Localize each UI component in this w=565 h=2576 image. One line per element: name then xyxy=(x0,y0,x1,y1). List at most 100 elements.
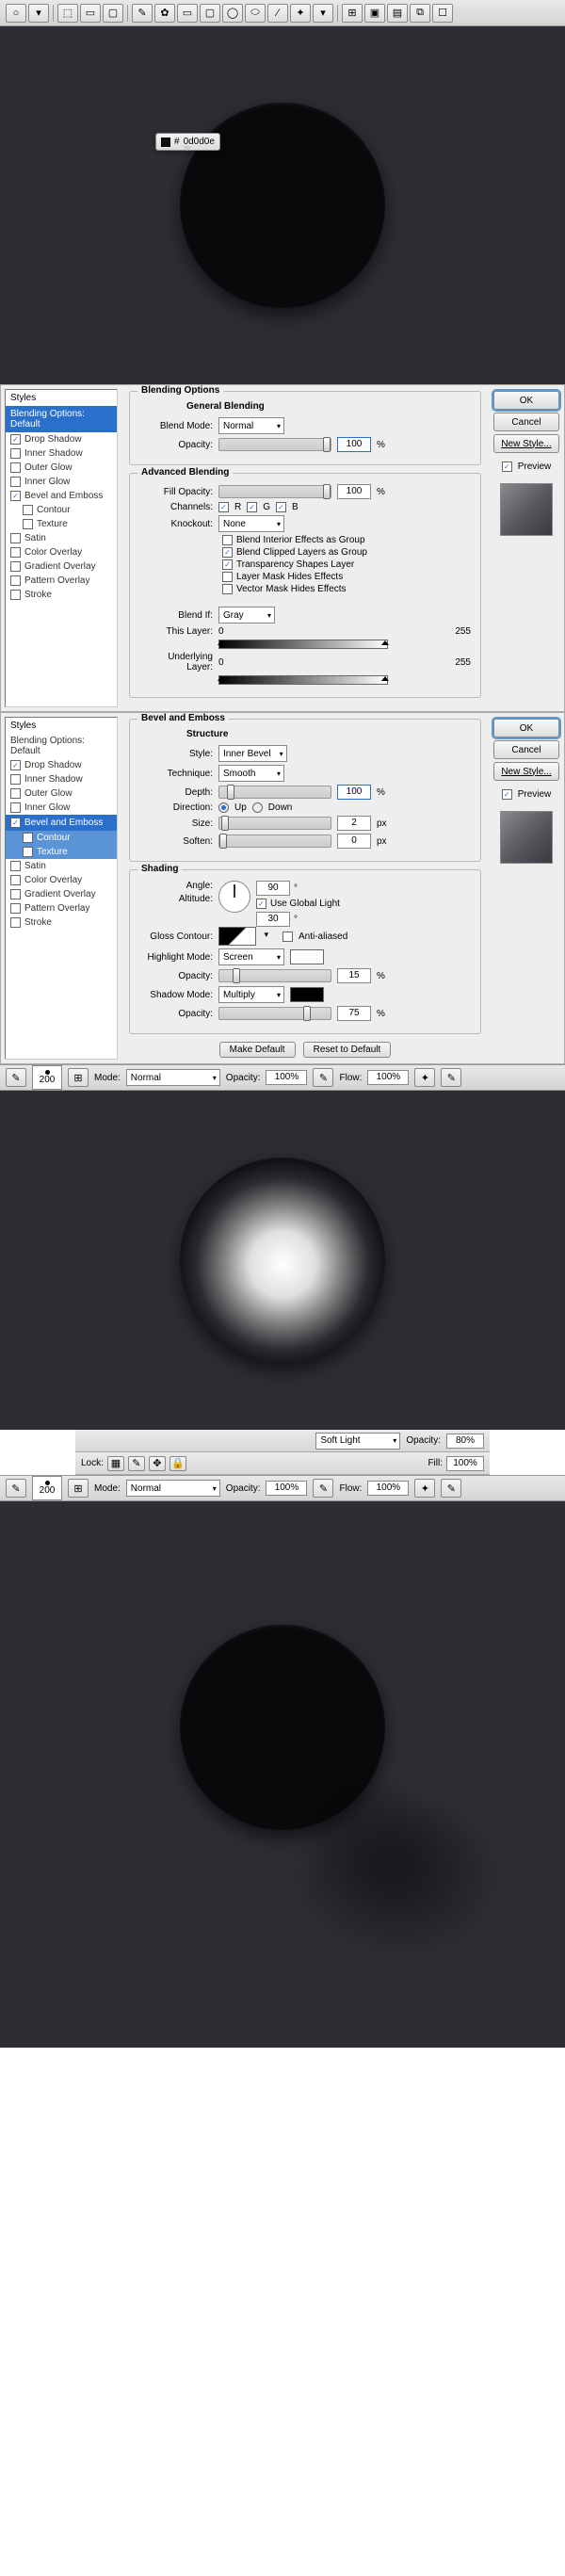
preview-check[interactable] xyxy=(502,789,512,800)
style-check[interactable] xyxy=(23,847,33,857)
style-check[interactable] xyxy=(10,788,21,799)
anti-check[interactable] xyxy=(282,932,293,942)
style-check[interactable] xyxy=(10,462,21,473)
tool-icon[interactable]: ⊞ xyxy=(342,4,363,23)
style-check[interactable] xyxy=(23,833,33,843)
style-item[interactable]: Pattern Overlay xyxy=(6,574,117,588)
style-item[interactable]: Inner Glow xyxy=(6,475,117,489)
style-check[interactable] xyxy=(10,533,21,543)
channel-g-check[interactable] xyxy=(247,502,257,512)
style-item[interactable]: Gradient Overlay xyxy=(6,559,117,574)
channel-r-check[interactable] xyxy=(218,502,229,512)
tool-icon[interactable]: ▢ xyxy=(200,4,220,23)
dir-up-radio[interactable] xyxy=(218,802,229,813)
blend-mode-select[interactable]: Normal xyxy=(218,417,284,434)
style-check[interactable] xyxy=(10,575,21,586)
shadow-mode-select[interactable]: Multiply xyxy=(218,986,284,1003)
style-check[interactable] xyxy=(10,903,21,914)
style-check[interactable] xyxy=(10,861,21,871)
channel-b-check[interactable] xyxy=(276,502,286,512)
depth-input[interactable]: 100 xyxy=(337,785,371,800)
tool-icon[interactable]: ▤ xyxy=(387,4,408,23)
style-item[interactable]: Texture xyxy=(6,517,117,531)
style-item[interactable]: Color Overlay xyxy=(6,545,117,559)
style-active[interactable]: Bevel and Emboss xyxy=(6,815,117,831)
this-layer-slider[interactable] xyxy=(218,640,388,649)
style-active[interactable]: Blending Options: Default xyxy=(6,406,117,432)
brush-panel-icon[interactable]: ⊞ xyxy=(68,1068,89,1087)
technique-select[interactable]: Smooth xyxy=(218,765,284,782)
style-item[interactable]: Inner Glow xyxy=(6,801,117,815)
style-check[interactable] xyxy=(10,561,21,572)
cancel-button[interactable]: Cancel xyxy=(493,413,559,431)
style-check[interactable] xyxy=(10,760,21,770)
style-item[interactable]: Gradient Overlay xyxy=(6,887,117,901)
style-item[interactable]: Drop Shadow xyxy=(6,758,117,772)
tool-icon[interactable]: ▢ xyxy=(103,4,123,23)
style-item[interactable]: Inner Shadow xyxy=(6,446,117,461)
airbrush-icon[interactable]: ✦ xyxy=(414,1479,435,1498)
style-item[interactable]: Outer Glow xyxy=(6,461,117,475)
style-select[interactable]: Inner Bevel xyxy=(218,745,287,762)
size-slider[interactable] xyxy=(218,817,331,830)
style-check[interactable] xyxy=(10,917,21,928)
airbrush-icon[interactable]: ✦ xyxy=(414,1068,435,1087)
tool-icon[interactable]: ✦ xyxy=(290,4,311,23)
tool-icon[interactable]: ▭ xyxy=(80,4,101,23)
style-check[interactable] xyxy=(10,448,21,459)
gloss-contour[interactable] xyxy=(218,927,256,946)
style-item[interactable]: Texture xyxy=(6,845,117,859)
style-check[interactable] xyxy=(10,889,21,899)
blendif-select[interactable]: Gray xyxy=(218,607,275,624)
style-item[interactable]: Bevel and Emboss xyxy=(6,489,117,503)
soften-slider[interactable] xyxy=(218,834,331,848)
tool-icon[interactable]: ☐ xyxy=(432,4,453,23)
under-layer-slider[interactable] xyxy=(218,675,388,685)
tool-icon[interactable]: ⬚ xyxy=(57,4,78,23)
tool-icon[interactable]: ⧉ xyxy=(410,4,430,23)
ok-button[interactable]: OK xyxy=(493,391,559,410)
style-check[interactable] xyxy=(23,505,33,515)
fill-opacity-input[interactable]: 100 xyxy=(337,484,371,499)
sopacity-slider[interactable] xyxy=(218,1007,331,1020)
style-check[interactable] xyxy=(10,590,21,600)
tool-icon[interactable]: ▭ xyxy=(177,4,198,23)
pressure-size-icon[interactable]: ✎ xyxy=(441,1068,461,1087)
style-item[interactable]: Drop Shadow xyxy=(6,432,117,446)
ok-button[interactable]: OK xyxy=(493,719,559,737)
reset-default-button[interactable]: Reset to Default xyxy=(303,1042,392,1058)
style-check[interactable] xyxy=(10,547,21,558)
cb-interior[interactable] xyxy=(222,535,233,545)
opacity-input[interactable]: 100 xyxy=(337,437,371,452)
style-check[interactable] xyxy=(10,802,21,813)
cb-vectormask[interactable] xyxy=(222,584,233,594)
style-item[interactable]: Pattern Overlay xyxy=(6,901,117,915)
style-item[interactable]: Stroke xyxy=(6,588,117,602)
cb-layermask[interactable] xyxy=(222,572,233,582)
style-check[interactable] xyxy=(10,434,21,445)
style-item[interactable]: Color Overlay xyxy=(6,873,117,887)
style-item[interactable]: Satin xyxy=(6,531,117,545)
opacity-slider[interactable] xyxy=(218,438,331,451)
layer-mode-select[interactable]: Soft Light xyxy=(315,1433,400,1450)
cancel-button[interactable]: Cancel xyxy=(493,740,559,759)
dir-down-radio[interactable] xyxy=(252,802,263,813)
brush-tool-icon[interactable]: ✎ xyxy=(6,1068,26,1087)
new-style-button[interactable]: New Style... xyxy=(493,434,559,453)
style-check[interactable] xyxy=(10,875,21,885)
preview-check[interactable] xyxy=(502,462,512,472)
global-light-check[interactable] xyxy=(256,899,266,909)
shadow-color[interactable] xyxy=(290,987,324,1002)
brush-tool-icon[interactable]: ✎ xyxy=(6,1479,26,1498)
tool-icon[interactable]: ✎ xyxy=(132,4,153,23)
cb-transparency[interactable] xyxy=(222,559,233,570)
tool-icon[interactable]: ○ xyxy=(6,4,26,23)
style-check[interactable] xyxy=(23,519,33,529)
pressure-size-icon[interactable]: ✎ xyxy=(441,1479,461,1498)
new-style-button[interactable]: New Style... xyxy=(493,762,559,781)
angle-wheel[interactable] xyxy=(218,881,250,913)
tool-icon[interactable]: ◯ xyxy=(222,4,243,23)
style-item[interactable]: Contour xyxy=(6,503,117,517)
tool-icon[interactable]: ✿ xyxy=(154,4,175,23)
style-item[interactable]: Satin xyxy=(6,859,117,873)
